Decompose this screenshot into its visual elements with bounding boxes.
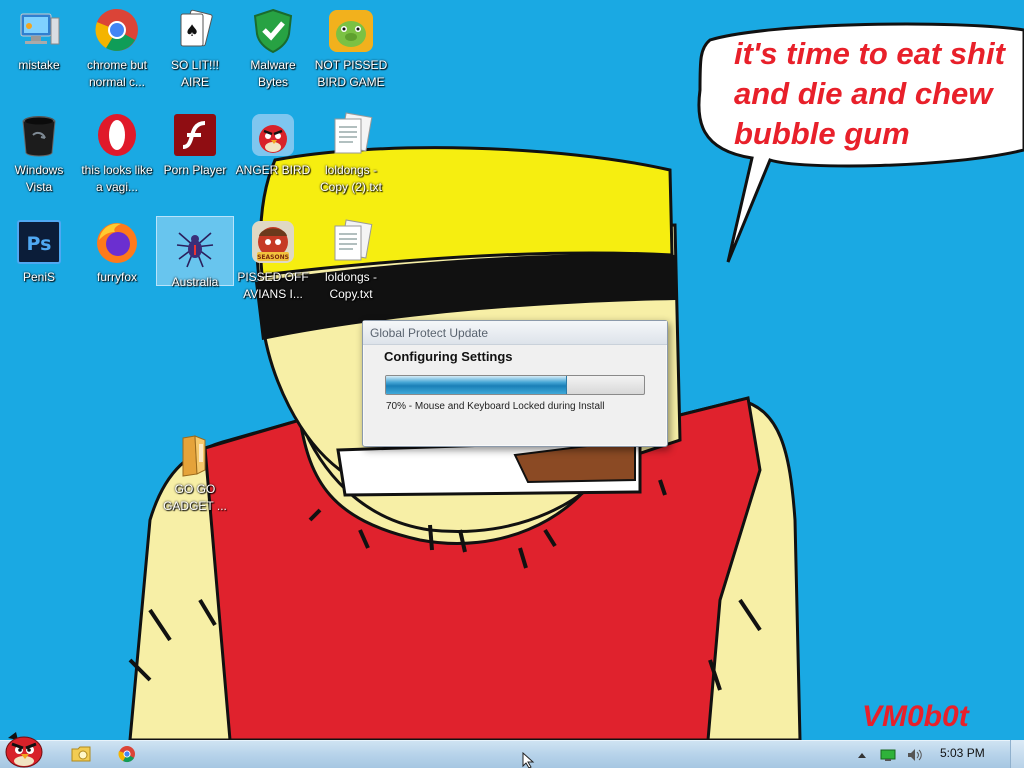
chrome-icon (93, 6, 141, 54)
text-file-icon (327, 111, 375, 159)
start-button[interactable] (2, 730, 46, 768)
taskbar-chrome-button[interactable] (116, 744, 138, 764)
show-hidden-icon[interactable] (856, 747, 868, 761)
icon-label: GO GO GADGET ... (163, 482, 227, 513)
volume-icon[interactable] (906, 747, 922, 761)
desktop-icon-australia[interactable]: Australia (156, 216, 234, 289)
icon-label: NOT PISSED BIRD GAME (314, 58, 388, 89)
opera-icon (93, 111, 141, 159)
icon-label: loldongs - Copy.txt (324, 270, 378, 301)
bad-piggies-icon (327, 6, 375, 54)
icon-label: SO LIT!!! AIRE (170, 58, 219, 89)
icon-label: PISSED OFF AVIANS I... (237, 270, 309, 301)
desktop-icon-firefox[interactable]: furryfox (78, 212, 156, 314)
desktop-icon-photoshop[interactable]: Ps PeniS (0, 212, 78, 314)
icon-label: this looks like a vagi... (81, 163, 153, 194)
network-icon[interactable] (880, 747, 896, 761)
firefox-icon (93, 218, 141, 266)
desktop-icon-opera[interactable]: this looks like a vagi... (78, 105, 156, 207)
desktop-icon-anger-bird[interactable]: ANGER BIRD (234, 105, 312, 207)
icon-label: mistake (18, 58, 60, 72)
icon-label: Windows Vista (14, 163, 64, 194)
icon-label: Porn Player (163, 163, 227, 177)
solitaire-icon: ♠ (171, 6, 219, 54)
shield-icon (249, 6, 297, 54)
icon-label: PeniS (22, 270, 56, 284)
desktop-icon-pissed-off-avians[interactable]: SEASONS PISSED OFF AVIANS I... (234, 212, 312, 314)
desktop-icon-loldongs-copy[interactable]: loldongs - Copy.txt (312, 212, 390, 314)
svg-text:Ps: Ps (27, 233, 52, 255)
mouse-cursor-icon (522, 752, 535, 768)
bubble-line-3: bubble gum (734, 116, 910, 151)
flash-icon (171, 111, 219, 159)
desktop-icon-go-go-gadget[interactable]: GO GO GADGET ... (156, 424, 234, 526)
computer-icon (15, 6, 63, 54)
desktop-icon-mistake[interactable]: mistake (0, 0, 78, 102)
angry-birds-seasons-icon: SEASONS (249, 218, 297, 266)
desktop-icon-solitaire[interactable]: ♠ SO LIT!!! AIRE (156, 0, 234, 102)
bubble-line-1: it's time to eat shit (734, 36, 1005, 71)
speech-bubble-text: it's time to eat shit and die and chew b… (734, 34, 1024, 154)
icon-label: chrome but normal c... (86, 58, 148, 89)
svg-text:♠: ♠ (185, 21, 199, 40)
icon-label: Malware Bytes (250, 58, 296, 89)
svg-text:SEASONS: SEASONS (257, 254, 289, 261)
spider-solitaire-icon (171, 223, 219, 271)
taskbar-explorer-button[interactable] (70, 744, 92, 764)
angry-bird-start-icon (5, 732, 43, 768)
folder-icon (171, 430, 219, 478)
angry-bird-icon (249, 111, 297, 159)
show-desktop-button[interactable] (1010, 740, 1024, 768)
progress-status-text: 70% - Mouse and Keyboard Locked during I… (386, 401, 605, 412)
bubble-line-2: and die and chew (734, 76, 993, 111)
desktop-icon-chrome[interactable]: chrome but normal c... (78, 0, 156, 102)
desktop-icon-porn-player[interactable]: Porn Player (156, 105, 234, 207)
dialog-title[interactable]: Global Protect Update (363, 321, 667, 345)
photoshop-icon: Ps (15, 218, 63, 266)
icon-label: Australia (171, 275, 219, 289)
desktop-icon-bad-piggies[interactable]: NOT PISSED BIRD GAME (312, 0, 390, 102)
progress-bar-fill (386, 376, 567, 394)
dialog-heading: Configuring Settings (384, 349, 513, 364)
text-file-icon (327, 218, 375, 266)
progress-bar (385, 375, 645, 395)
artist-signature: VM0b0t (862, 700, 969, 733)
chrome-icon (118, 746, 135, 763)
system-tray (856, 744, 922, 764)
taskbar-clock[interactable]: 5:03 PM (940, 746, 985, 760)
icon-label: ANGER BIRD (235, 163, 311, 177)
global-protect-update-dialog[interactable]: Global Protect Update Configuring Settin… (362, 320, 668, 447)
icon-label: furryfox (96, 270, 137, 284)
explorer-icon (71, 746, 91, 762)
icon-label: loldongs - Copy (2).txt (319, 163, 382, 194)
trash-icon (15, 111, 63, 159)
desktop-icon-loldongs-copy-2[interactable]: loldongs - Copy (2).txt (312, 105, 390, 207)
desktop-icon-malwarebytes[interactable]: Malware Bytes (234, 0, 312, 102)
desktop-icon-recycle-bin[interactable]: Windows Vista (0, 105, 78, 207)
